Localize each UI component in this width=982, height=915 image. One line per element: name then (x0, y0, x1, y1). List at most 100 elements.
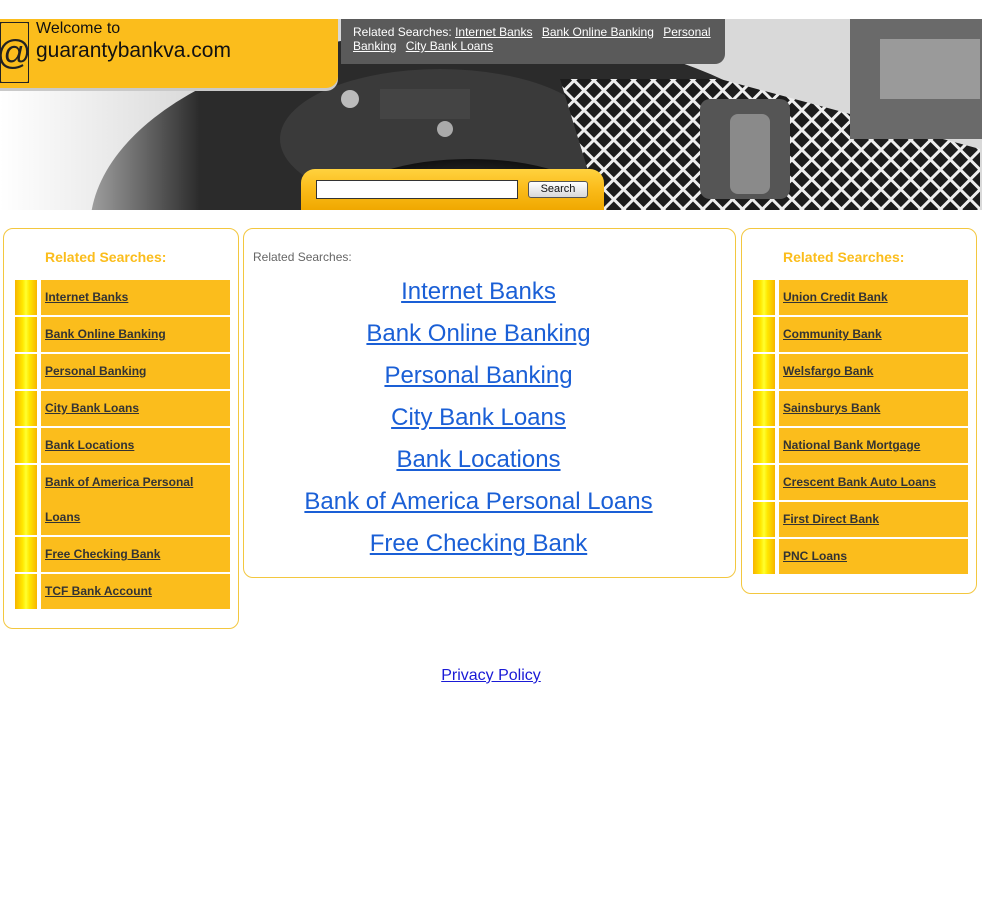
bullet-marker (15, 428, 37, 463)
list-item: Free Checking Bank (244, 525, 713, 567)
left-link[interactable]: Bank Locations (45, 428, 226, 463)
list-item: First Direct Bank (753, 502, 969, 537)
left-link[interactable]: Bank of America Personal Loans (45, 465, 226, 535)
list-item: Bank of America Personal Loans (244, 483, 713, 525)
center-link[interactable]: Bank Online Banking (366, 320, 590, 347)
right-link[interactable]: Welsfargo Bank (783, 354, 964, 389)
footer: Privacy Policy (0, 667, 982, 685)
list-item: Personal Banking (244, 357, 713, 399)
list-cell: Sainsburys Bank (779, 391, 968, 426)
top-link-bank-online-banking[interactable]: Bank Online Banking (542, 25, 654, 39)
right-related-list: Union Credit Bank Community Bank Welsfar… (753, 280, 969, 576)
bullet-marker (15, 391, 37, 426)
list-item: Community Bank (753, 317, 969, 352)
list-cell: National Bank Mortgage (779, 428, 968, 463)
list-cell: PNC Loans (779, 539, 968, 574)
list-item: Crescent Bank Auto Loans (753, 465, 969, 500)
list-item: Bank of America Personal Loans (15, 465, 231, 535)
right-panel-title: Related Searches: (783, 249, 905, 265)
right-link[interactable]: Community Bank (783, 317, 964, 352)
list-item: Personal Banking (15, 354, 231, 389)
search-input[interactable] (316, 180, 518, 199)
list-cell: First Direct Bank (779, 502, 968, 537)
list-cell: Crescent Bank Auto Loans (779, 465, 968, 500)
right-link[interactable]: First Direct Bank (783, 502, 964, 537)
right-link[interactable]: Sainsburys Bank (783, 391, 964, 426)
bullet-marker (753, 280, 775, 315)
left-link[interactable]: TCF Bank Account (45, 574, 226, 609)
svg-text:@: @ (0, 34, 29, 72)
left-panel-title: Related Searches: (45, 249, 167, 265)
bullet-marker (753, 317, 775, 352)
top-link-city-bank-loans[interactable]: City Bank Loans (406, 39, 493, 53)
header: @ Welcome to guarantybankva.com Related … (0, 19, 982, 210)
list-item: National Bank Mortgage (753, 428, 969, 463)
left-link[interactable]: Personal Banking (45, 354, 226, 389)
list-cell: Bank of America Personal Loans (41, 465, 230, 535)
bullet-marker (753, 354, 775, 389)
bullet-marker (15, 537, 37, 572)
right-link[interactable]: PNC Loans (783, 539, 964, 574)
right-link[interactable]: Crescent Bank Auto Loans (783, 465, 964, 500)
center-panel-title: Related Searches: (253, 250, 352, 264)
list-cell: TCF Bank Account (41, 574, 230, 609)
bullet-marker (753, 539, 775, 574)
list-cell: Personal Banking (41, 354, 230, 389)
top-related-searches: Related Searches: Internet Banks Bank On… (341, 19, 725, 64)
bullet-marker (753, 428, 775, 463)
privacy-policy-link[interactable]: Privacy Policy (441, 667, 541, 684)
center-link[interactable]: City Bank Loans (391, 404, 566, 431)
list-item: City Bank Loans (244, 399, 713, 441)
list-item: Bank Locations (244, 441, 713, 483)
bullet-marker (15, 574, 37, 609)
welcome-box: @ Welcome to guarantybankva.com (0, 19, 338, 88)
list-item: Bank Locations (15, 428, 231, 463)
list-item: Internet Banks (244, 273, 713, 315)
list-cell: Bank Locations (41, 428, 230, 463)
list-cell: Bank Online Banking (41, 317, 230, 352)
list-item: City Bank Loans (15, 391, 231, 426)
list-cell: Internet Banks (41, 280, 230, 315)
left-link[interactable]: Internet Banks (45, 280, 226, 315)
list-item: Internet Banks (15, 280, 231, 315)
center-link[interactable]: Personal Banking (384, 362, 572, 389)
center-related-list: Internet Banks Bank Online Banking Perso… (244, 273, 713, 567)
bullet-marker (753, 391, 775, 426)
list-cell: Free Checking Bank (41, 537, 230, 572)
bullet-marker (15, 317, 37, 352)
list-item: Free Checking Bank (15, 537, 231, 572)
site-name: guarantybankva.com (36, 39, 231, 62)
left-related-panel: Related Searches: Internet Banks Bank On… (3, 228, 239, 629)
top-link-internet-banks[interactable]: Internet Banks (455, 25, 532, 39)
right-link[interactable]: Union Credit Bank (783, 280, 964, 315)
search-bar: Search (301, 169, 604, 210)
list-item: Bank Online Banking (244, 315, 713, 357)
bullet-marker (15, 280, 37, 315)
bullet-marker (15, 354, 37, 389)
right-related-panel: Related Searches: Union Credit Bank Comm… (741, 228, 977, 594)
list-item: Union Credit Bank (753, 280, 969, 315)
list-item: Sainsburys Bank (753, 391, 969, 426)
at-sign-icon: @ (0, 22, 29, 83)
list-item: Welsfargo Bank (753, 354, 969, 389)
center-related-panel: Related Searches: Internet Banks Bank On… (243, 228, 736, 578)
bullet-marker (15, 465, 37, 535)
right-link[interactable]: National Bank Mortgage (783, 428, 964, 463)
center-link[interactable]: Bank Locations (396, 446, 560, 473)
list-cell: City Bank Loans (41, 391, 230, 426)
center-link[interactable]: Internet Banks (401, 278, 556, 305)
list-cell: Welsfargo Bank (779, 354, 968, 389)
bullet-marker (753, 502, 775, 537)
left-link[interactable]: Bank Online Banking (45, 317, 226, 352)
left-link[interactable]: City Bank Loans (45, 391, 226, 426)
list-item: PNC Loans (753, 539, 969, 574)
list-cell: Community Bank (779, 317, 968, 352)
search-button[interactable]: Search (528, 181, 588, 198)
list-cell: Union Credit Bank (779, 280, 968, 315)
left-link[interactable]: Free Checking Bank (45, 537, 226, 572)
bullet-marker (753, 465, 775, 500)
list-item: TCF Bank Account (15, 574, 231, 609)
center-link[interactable]: Free Checking Bank (370, 530, 587, 557)
list-item: Bank Online Banking (15, 317, 231, 352)
center-link[interactable]: Bank of America Personal Loans (304, 488, 652, 515)
